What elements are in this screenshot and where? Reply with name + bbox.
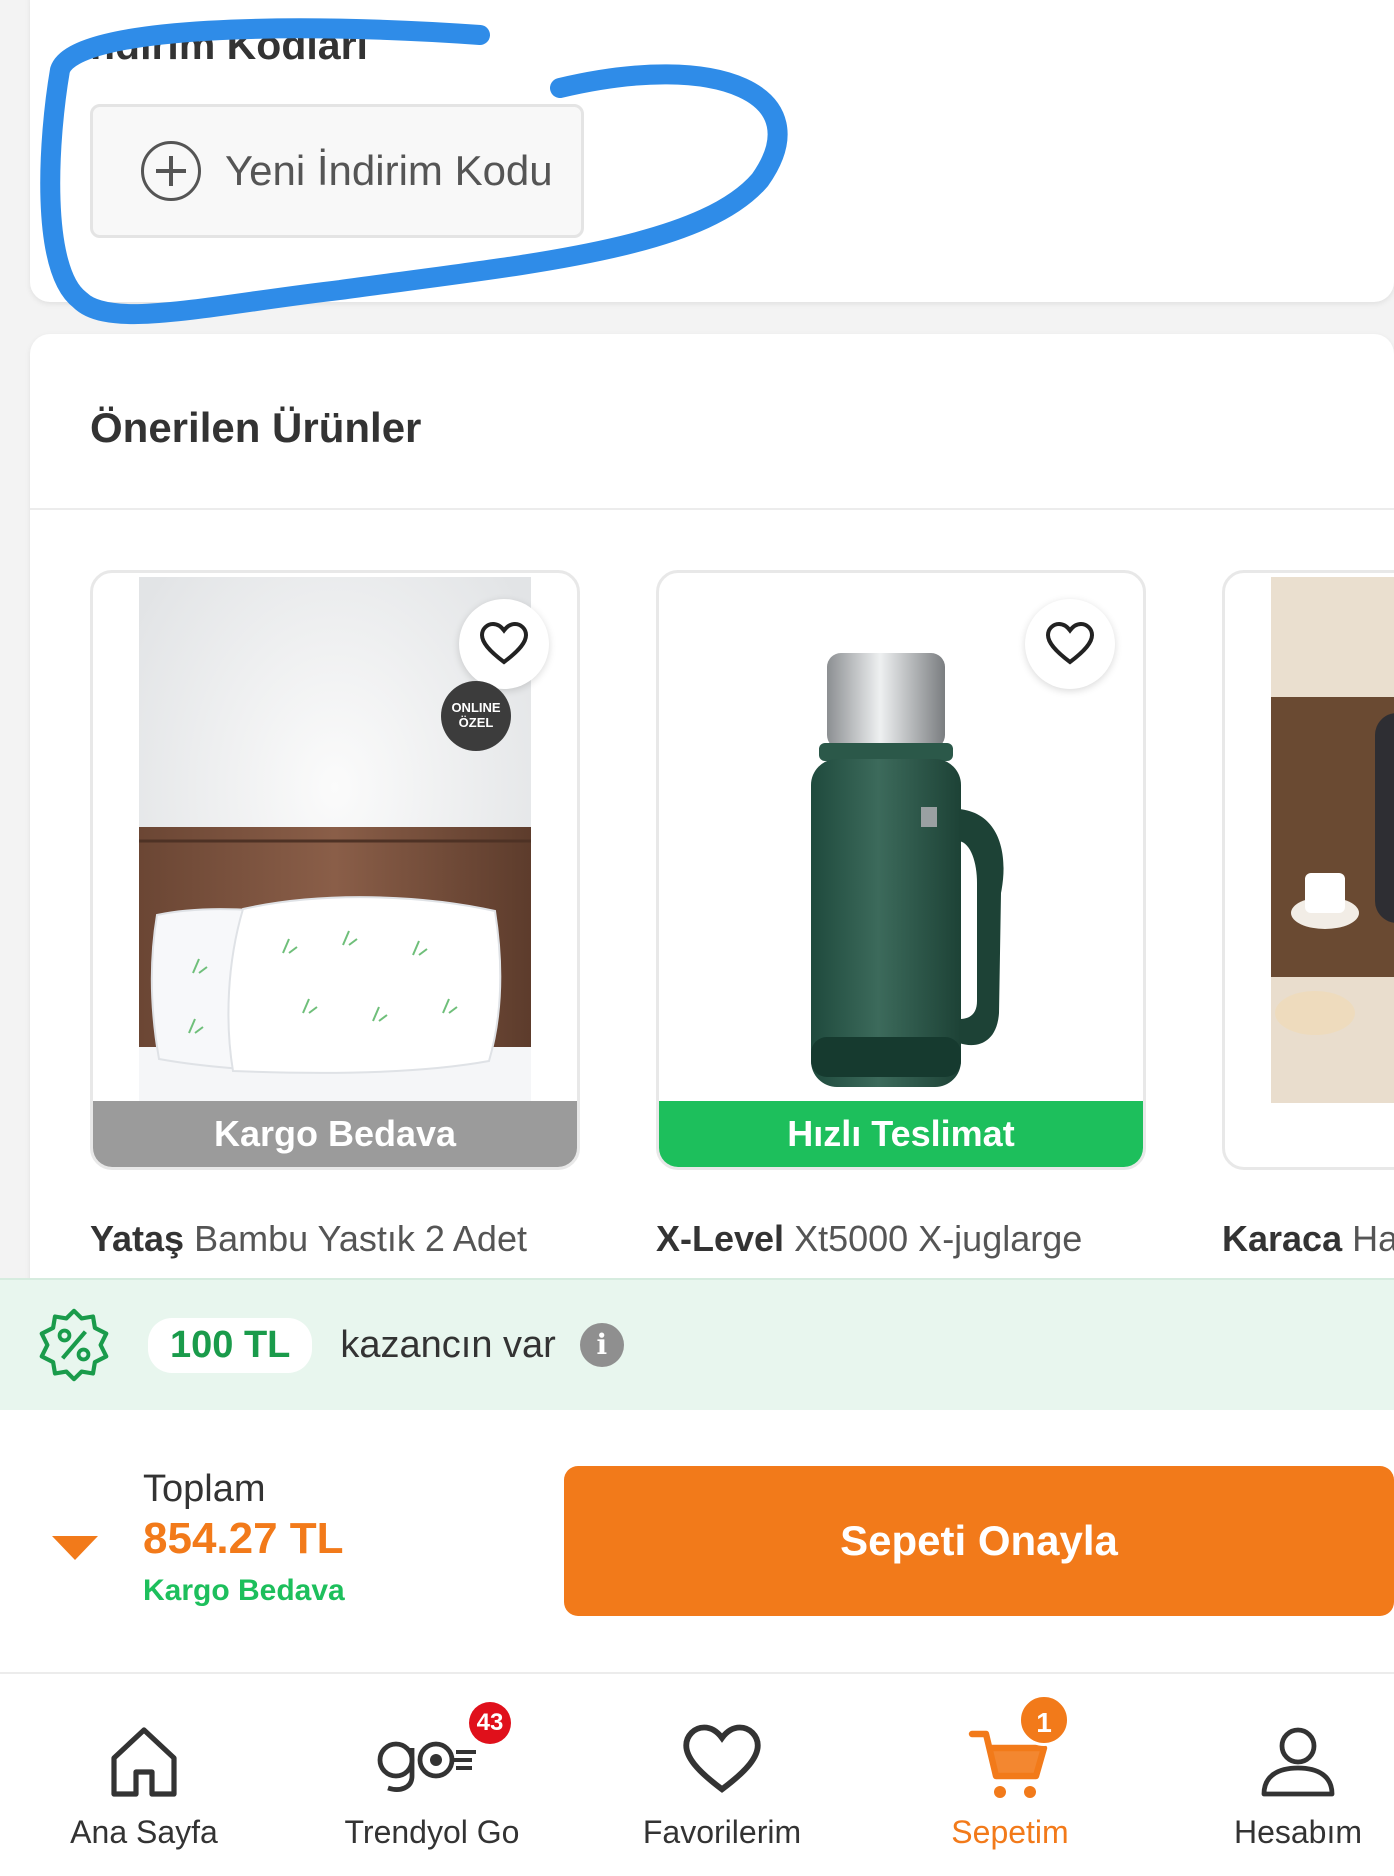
discount-codes-card: ndirim Kodları Yeni İndirim Kodu: [30, 0, 1394, 302]
add-discount-code-button[interactable]: Yeni İndirim Kodu: [90, 104, 584, 238]
go-notification-badge: 43: [469, 1702, 511, 1744]
total-value: 854.27 TL: [143, 1514, 344, 1563]
product-brand: Yataş: [90, 1218, 185, 1259]
fast-delivery-ribbon: Hızlı Teslimat: [659, 1101, 1143, 1167]
nav-item-home[interactable]: Ana Sayfa: [24, 1674, 264, 1876]
nav-label-account: Hesabım: [1233, 1814, 1363, 1850]
product-name: Bambu Yastık 2 Adet: [194, 1218, 527, 1259]
product-title: Karaca Hat: [1222, 1216, 1394, 1272]
total-label: Toplam: [143, 1468, 266, 1510]
nav-item-trendyol-go[interactable]: 43 Trendyol Go: [312, 1674, 552, 1876]
nav-label-cart: Sepetim: [951, 1814, 1069, 1850]
product-name: Xt5000 X-juglarge: [794, 1218, 1083, 1259]
product-title: Yataş Bambu Yastık 2 Adet: [90, 1216, 580, 1272]
nav-item-favorites[interactable]: Favorilerim: [602, 1674, 842, 1876]
product-brand: X-Level: [656, 1218, 785, 1259]
user-icon: [1261, 1727, 1335, 1797]
heart-icon: [683, 1724, 761, 1793]
nav-item-cart[interactable]: 1 Sepetim: [890, 1674, 1130, 1876]
product-brand: Karaca: [1222, 1218, 1343, 1259]
nav-item-account[interactable]: Hesabım: [1178, 1674, 1394, 1876]
cart-count-badge: 1: [1018, 1694, 1070, 1746]
product-image-frame: ONLINE ÖZEL Kargo Bedava: [90, 570, 580, 1170]
recommended-products-section: Önerilen Ürünler ONLINE ÖZEL Kargo Bedav…: [30, 334, 1394, 1294]
nav-label-home: Ana Sayfa: [70, 1814, 218, 1850]
product-title: X-Level Xt5000 X-juglarge: [656, 1216, 1146, 1272]
favorite-button[interactable]: [1025, 599, 1115, 689]
checkout-summary-bar: Toplam 854.27 TL Kargo Bedava Sepeti Ona…: [0, 1410, 1394, 1672]
recommended-products-title: Önerilen Ürünler: [90, 404, 422, 451]
discount-badge-icon: [39, 1308, 109, 1382]
product-card-thermos[interactable]: Hızlı Teslimat X-Level Xt5000 X-juglarge: [656, 570, 1146, 1272]
savings-text: kazancın var: [340, 1323, 556, 1366]
product-card-pillow[interactable]: ONLINE ÖZEL Kargo Bedava Yataş Bambu Yas…: [90, 570, 580, 1272]
product-image-frame: [1222, 570, 1394, 1170]
product-image-frame: Hızlı Teslimat: [656, 570, 1146, 1170]
discount-codes-title: ndirim Kodları: [90, 22, 368, 68]
plus-circle-icon: [141, 141, 201, 201]
bottom-navigation: Ana Sayfa 43 Trendyol Go Favorilerim 1 S…: [0, 1672, 1394, 1876]
nav-label-favorites: Favorilerim: [642, 1814, 802, 1850]
info-icon[interactable]: i: [579, 1323, 624, 1367]
badge-line-online: ONLINE: [451, 700, 501, 715]
savings-info-bar: 100 TL kazancın var i: [0, 1278, 1394, 1410]
expand-summary-icon[interactable]: [52, 1536, 98, 1560]
heart-outline-icon: [480, 622, 528, 665]
heart-outline-icon: [1046, 622, 1094, 665]
product-name: Hat: [1352, 1218, 1394, 1259]
online-exclusive-badge: ONLINE ÖZEL: [441, 681, 511, 751]
section-divider: [30, 508, 1394, 510]
favorite-button[interactable]: [459, 599, 549, 689]
product-card-karaca[interactable]: Karaca Hat: [1222, 570, 1394, 1272]
savings-amount: 100 TL: [148, 1317, 313, 1373]
confirm-cart-button[interactable]: Sepeti Onayla: [564, 1466, 1394, 1616]
free-shipping-label: Kargo Bedava: [143, 1574, 345, 1607]
home-icon: [111, 1727, 177, 1797]
badge-line-ozel: ÖZEL: [458, 715, 494, 730]
nav-label-trendyol-go: Trendyol Go: [344, 1814, 520, 1850]
coffee-set-product-image: [1271, 577, 1394, 1107]
add-discount-code-label: Yeni İndirim Kodu: [225, 147, 553, 194]
free-shipping-ribbon: Kargo Bedava: [93, 1101, 577, 1167]
